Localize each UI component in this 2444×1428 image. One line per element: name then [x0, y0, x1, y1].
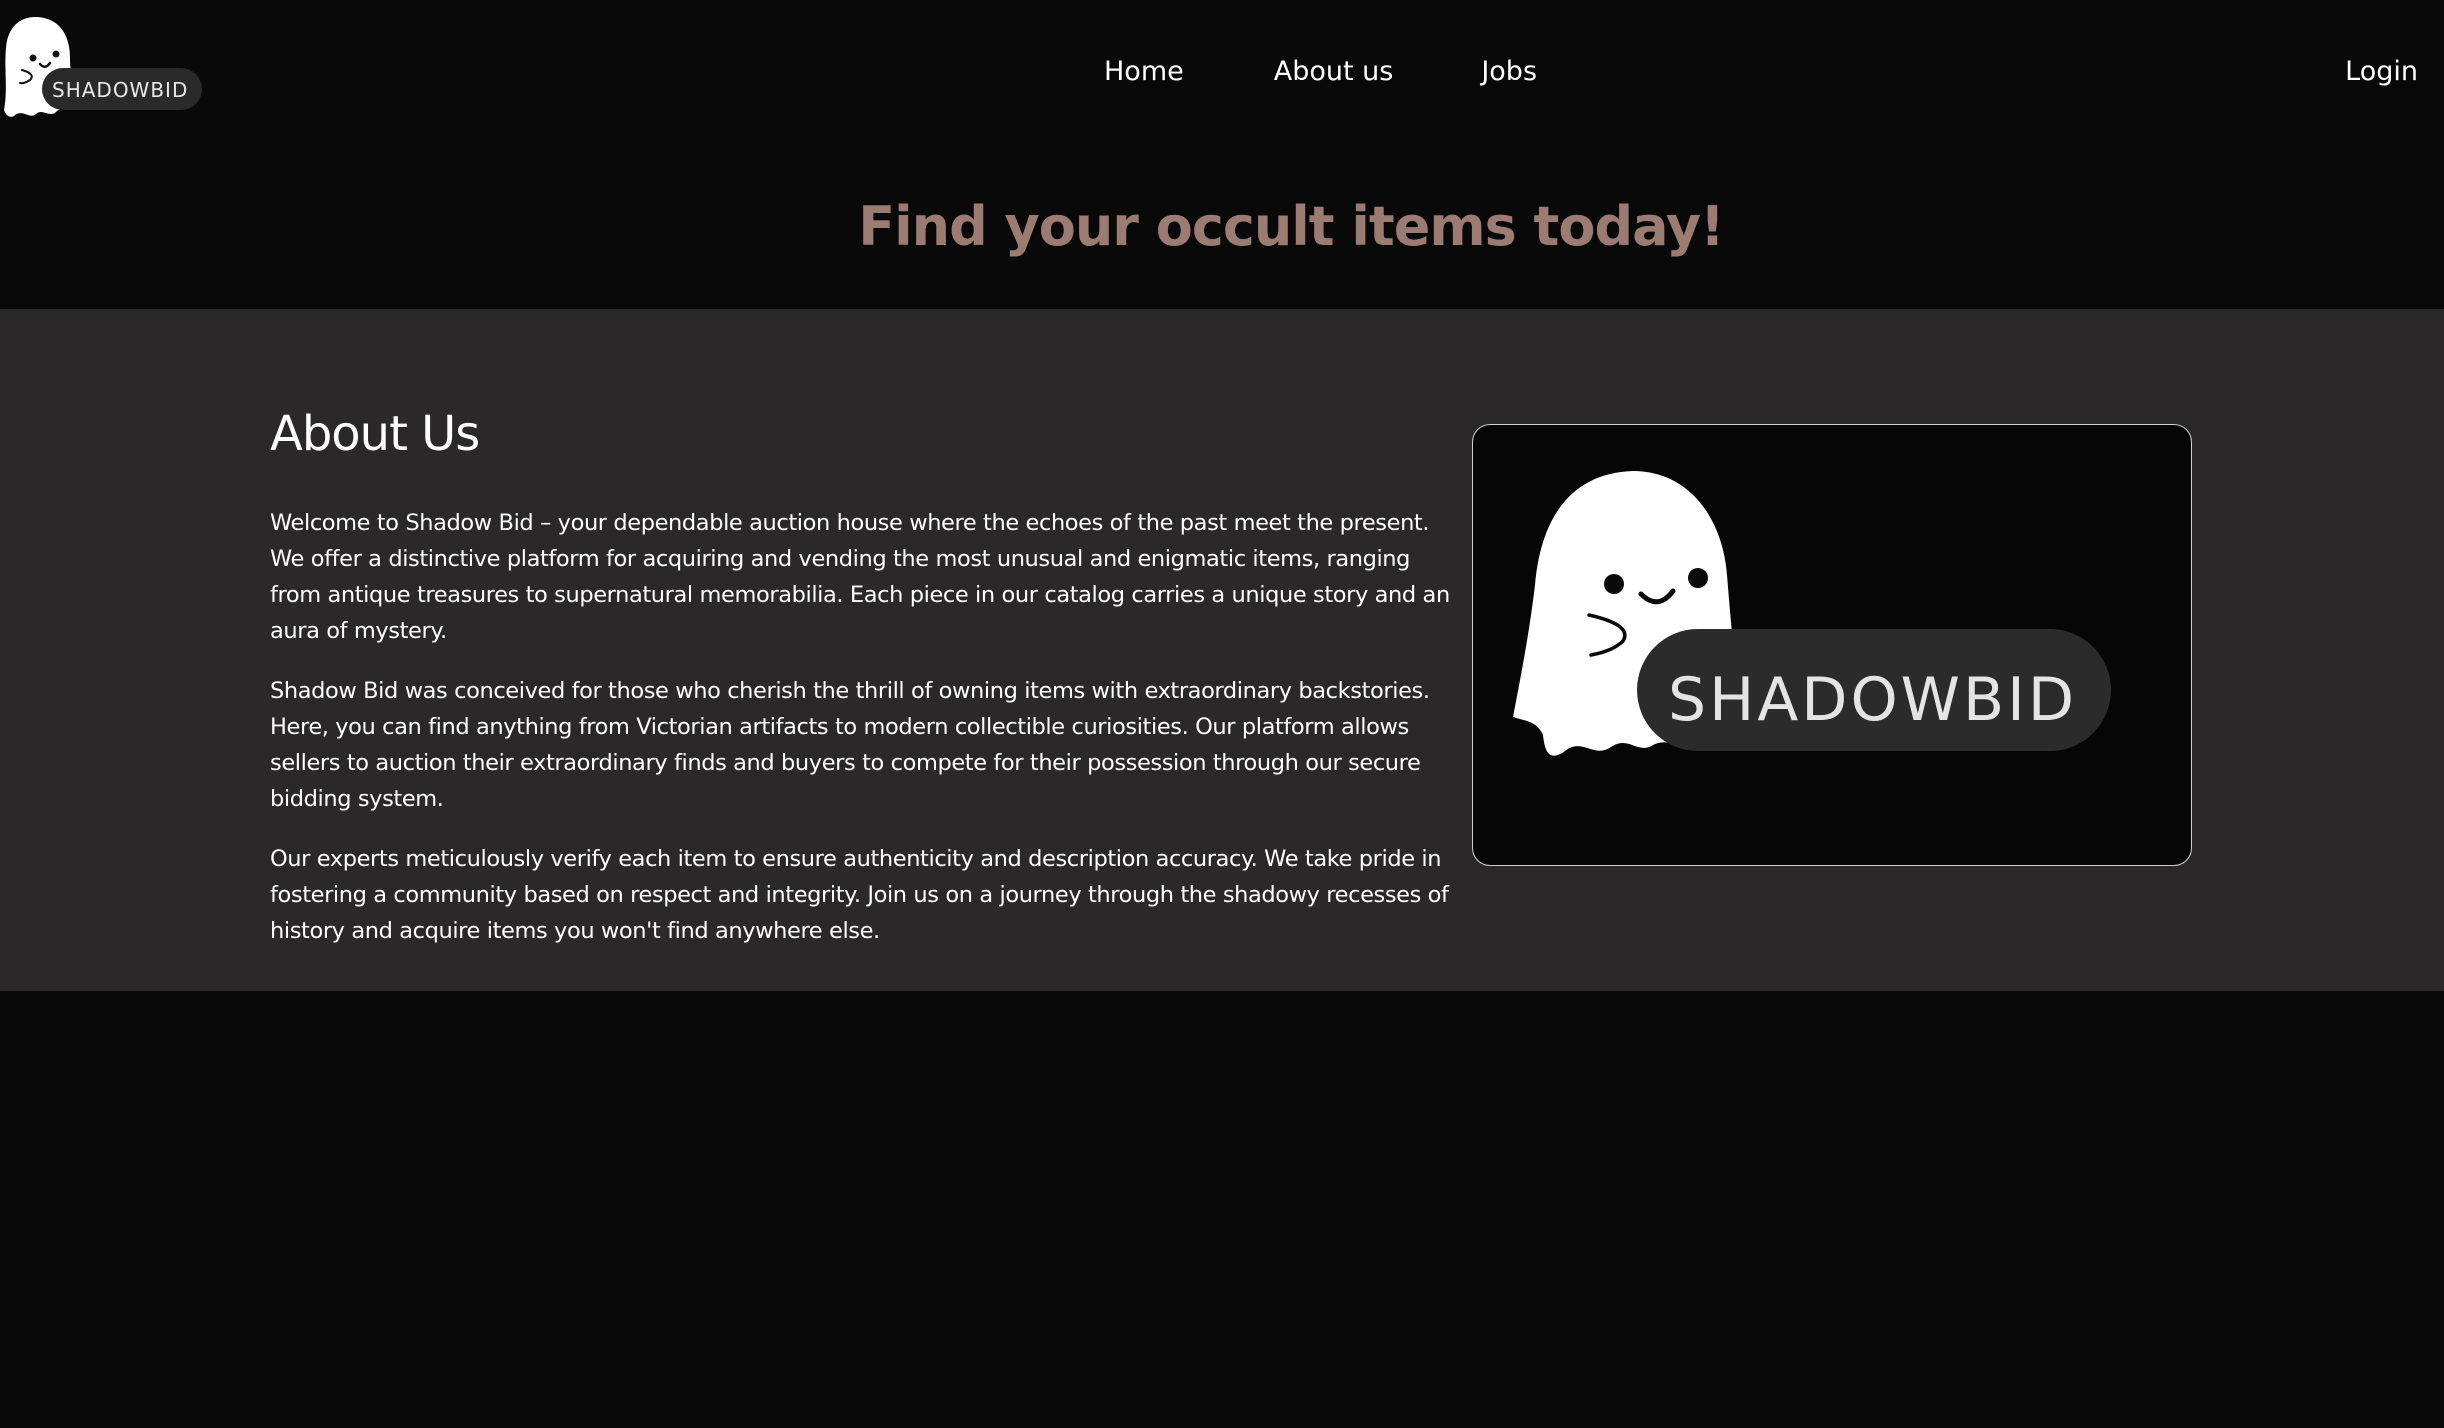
ghost-illustration-icon [1513, 471, 2111, 756]
nav-jobs-link[interactable]: Jobs [1481, 56, 1537, 87]
about-heading: About Us [270, 406, 480, 462]
main-nav: Home About us Jobs [1104, 56, 1537, 87]
nav-home-link[interactable]: Home [1104, 56, 1184, 87]
logo-wordmark: SHADOWBID [52, 78, 189, 102]
about-paragraph: Our experts meticulously verify each ite… [270, 846, 1449, 944]
ghost-logo-icon [4, 17, 202, 117]
nav-about-link[interactable]: About us [1274, 56, 1394, 87]
about-section: About Us Welcome to Shadow Bid – your de… [0, 309, 2444, 991]
card-wordmark: SHADOWBID [1668, 665, 2078, 735]
about-paragraph: Shadow Bid was conceived for those who c… [270, 678, 1430, 812]
top-navbar: SHADOWBID Home About us Jobs Login Find … [0, 0, 2444, 258]
login-link[interactable]: Login [2345, 56, 2418, 87]
about-paragraph: Welcome to Shadow Bid – your dependable … [270, 510, 1450, 644]
brand-image-card: SHADOWBID [1472, 424, 2192, 866]
hero-title: Find your occult items today! [858, 195, 1724, 258]
brand-logo[interactable]: SHADOWBID [0, 8, 210, 120]
about-text: Welcome to Shadow Bid – your dependable … [270, 505, 1450, 973]
page-footer-area [0, 991, 2444, 1428]
